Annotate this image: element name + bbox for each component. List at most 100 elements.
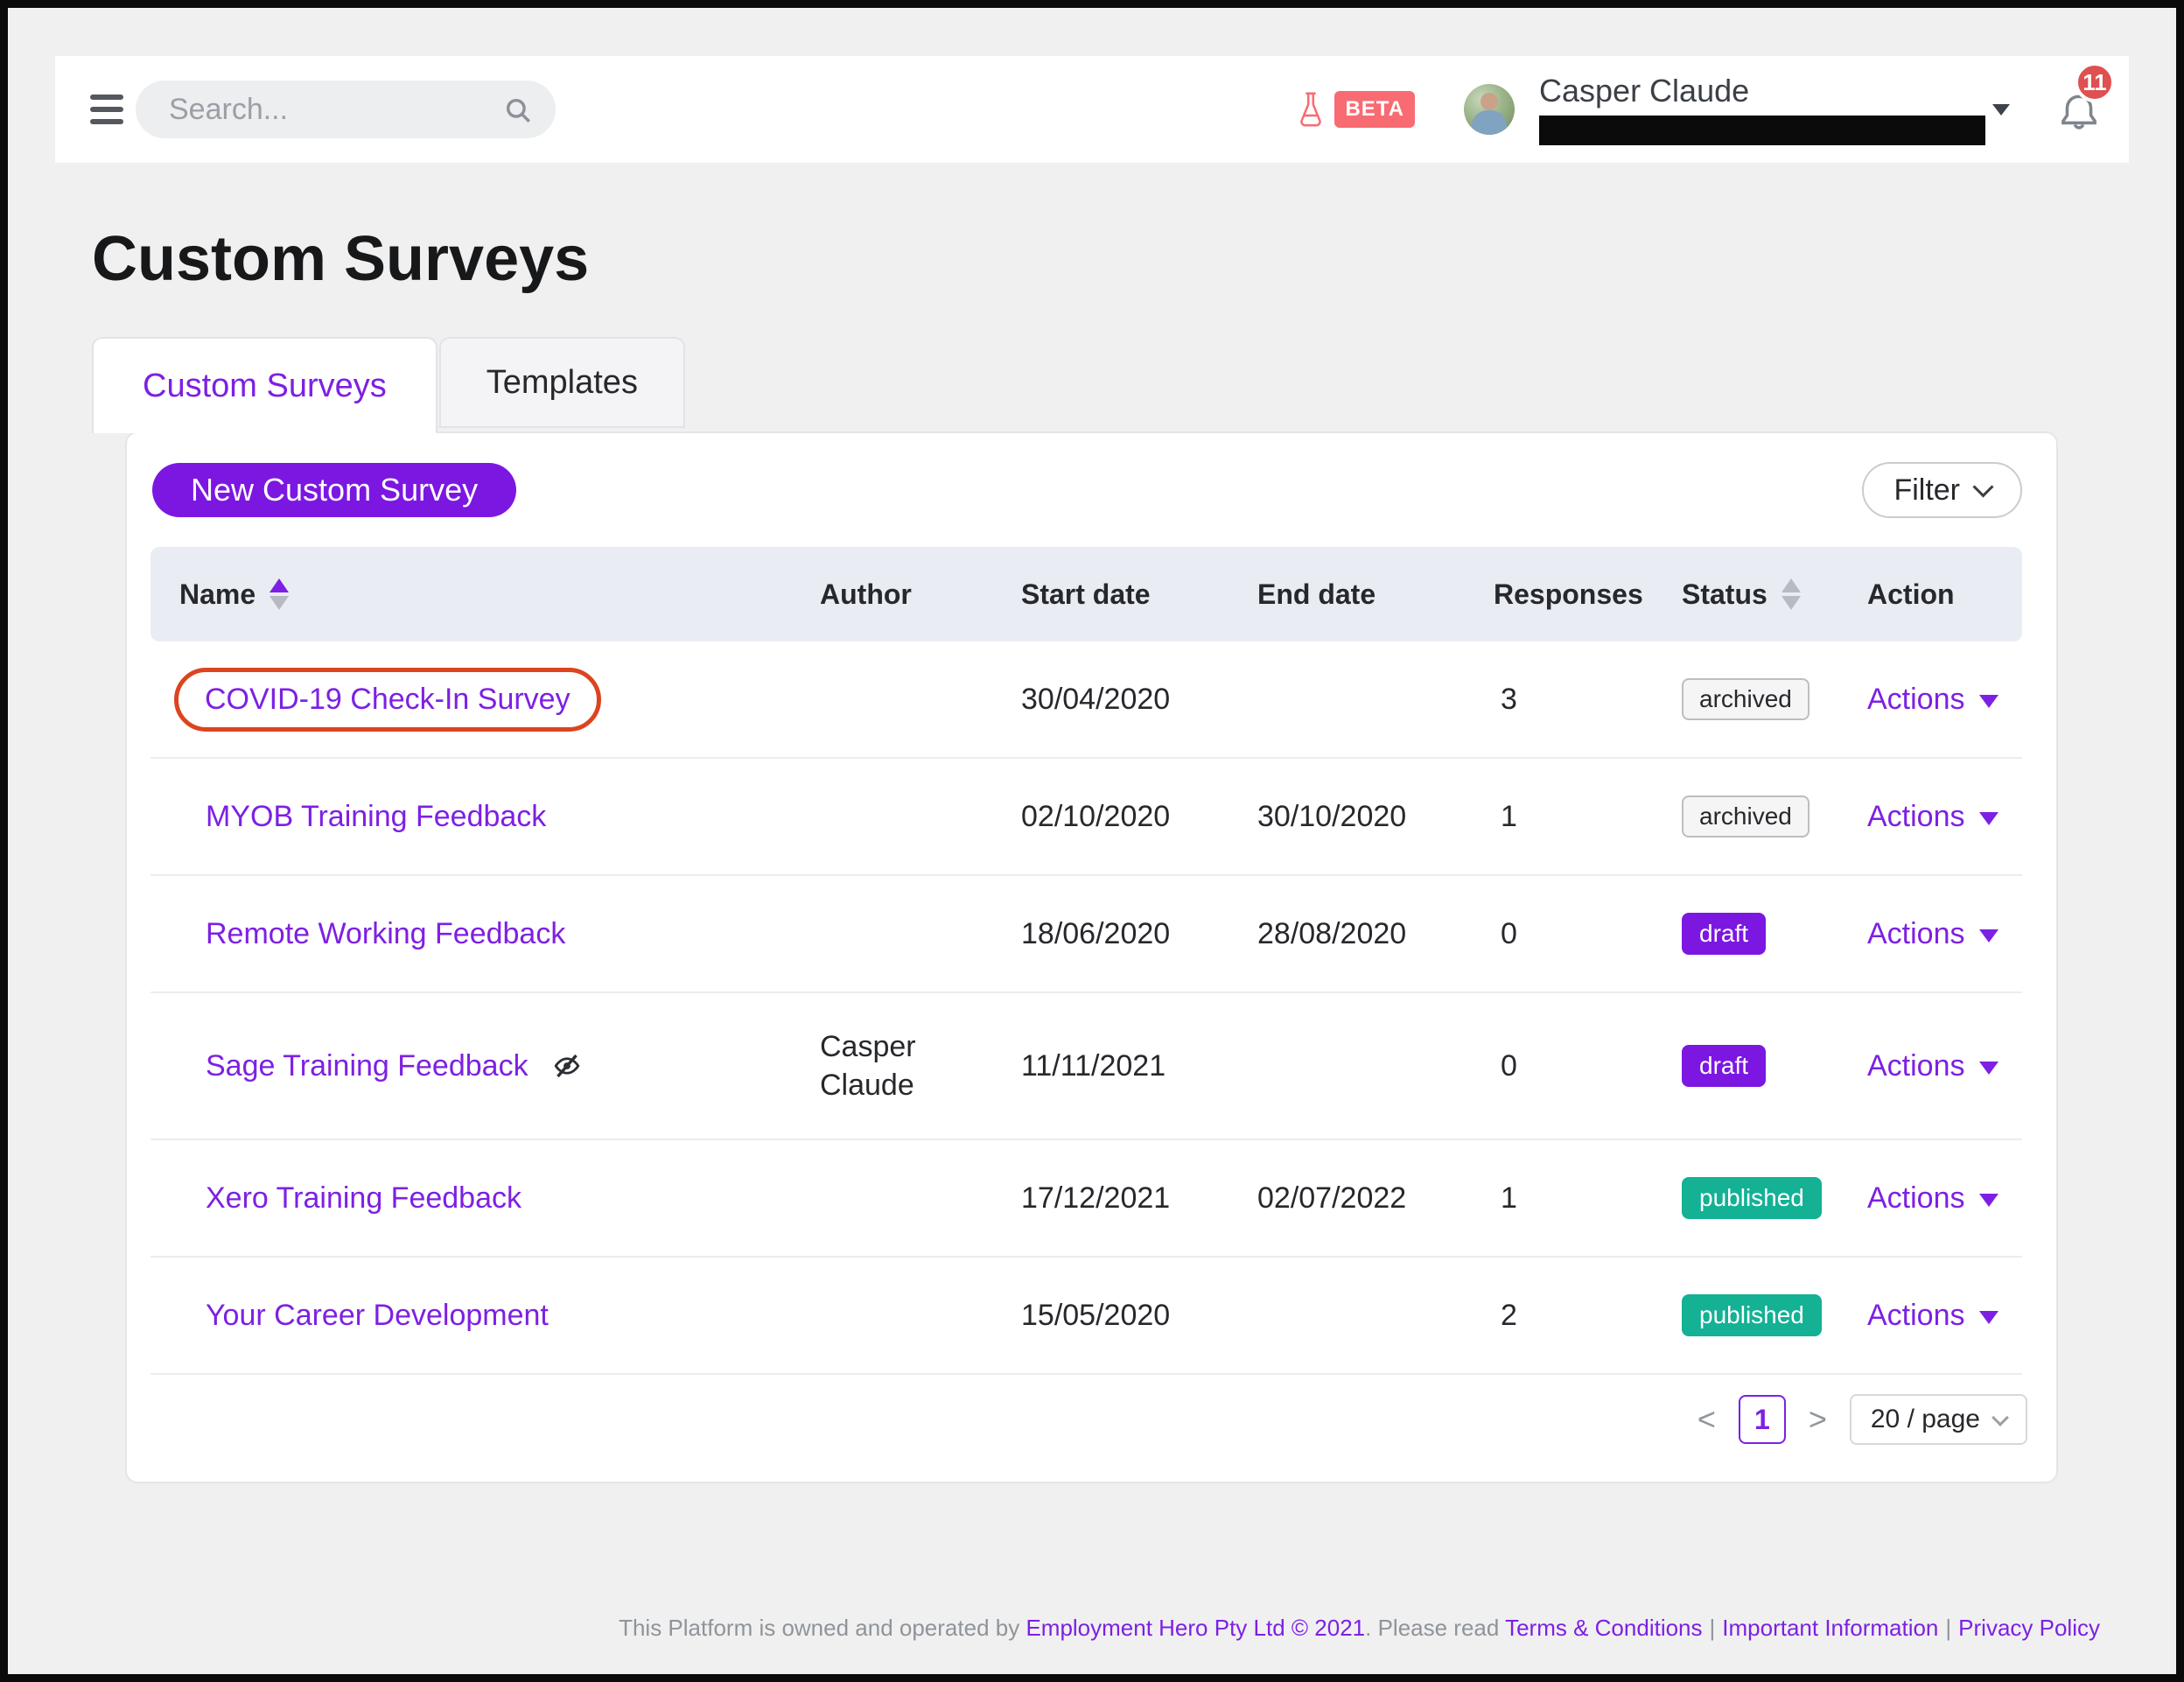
status-badge: draft [1682, 913, 1766, 956]
table-row: Remote Working Feedback 18/06/2020 28/08… [150, 876, 2022, 993]
footer: This Platform is owned and operated by E… [8, 1615, 2100, 1642]
pagination: < 1 > 20 / page [127, 1394, 2027, 1445]
column-header-author: Author [820, 578, 1021, 611]
page-size-select[interactable]: 20 / page [1850, 1394, 2027, 1445]
page-number-button[interactable]: 1 [1739, 1395, 1786, 1444]
survey-link[interactable]: COVID-19 Check-In Survey [205, 683, 570, 716]
caret-down-icon [1979, 1062, 1998, 1075]
user-avatar[interactable] [1464, 84, 1515, 135]
sort-descending-icon [270, 596, 289, 610]
caret-down-icon [1979, 695, 1998, 708]
profile-dropdown-caret-icon[interactable] [1992, 104, 2010, 116]
filter-label: Filter [1894, 473, 1960, 508]
responses-cell: 2 [1494, 1299, 1682, 1333]
previous-page-button[interactable]: < [1698, 1404, 1716, 1435]
table-row: Sage Training Feedback Casper Claude 11/… [150, 993, 2022, 1140]
status-badge: published [1682, 1177, 1822, 1220]
table-row: Xero Training Feedback 17/12/2021 02/07/… [150, 1140, 2022, 1258]
start-date-cell: 18/06/2020 [1021, 917, 1257, 951]
caret-down-icon [1979, 812, 1998, 825]
actions-dropdown[interactable]: Actions [1867, 683, 2024, 717]
eye-off-icon [551, 1050, 583, 1082]
hamburger-menu-icon[interactable] [90, 95, 123, 124]
actions-dropdown[interactable]: Actions [1867, 1299, 2024, 1333]
user-menu[interactable]: Casper Claude [1539, 74, 1987, 145]
sort-icons-name[interactable] [270, 578, 289, 610]
start-date-cell: 15/05/2020 [1021, 1299, 1257, 1333]
status-badge: archived [1682, 678, 1810, 721]
footer-link-important-information[interactable]: Important Information [1722, 1615, 1938, 1641]
responses-cell: 1 [1494, 800, 1682, 834]
footer-separator: | [1938, 1615, 1958, 1641]
table-row: COVID-19 Check-In Survey 30/04/2020 3 ar… [150, 641, 2022, 759]
status-badge: published [1682, 1294, 1822, 1337]
start-date-cell: 11/11/2021 [1021, 1049, 1257, 1083]
survey-link[interactable]: Your Career Development [206, 1299, 549, 1333]
column-header-end-date: End date [1257, 578, 1494, 611]
responses-cell: 1 [1494, 1181, 1682, 1216]
end-date-cell: 30/10/2020 [1257, 800, 1494, 834]
actions-dropdown[interactable]: Actions [1867, 1181, 2024, 1216]
footer-text: . Please read [1365, 1615, 1505, 1641]
column-header-status[interactable]: Status [1682, 578, 1867, 611]
redacted-email-bar [1539, 116, 1985, 145]
user-name: Casper Claude [1539, 74, 1987, 109]
actions-dropdown[interactable]: Actions [1867, 800, 2024, 834]
status-badge: archived [1682, 795, 1810, 838]
survey-link[interactable]: MYOB Training Feedback [206, 800, 546, 834]
column-header-action: Action [1867, 578, 2024, 611]
footer-link-employment-hero[interactable]: Employment Hero Pty Ltd © 2021 [1026, 1615, 1365, 1641]
sort-icons-status[interactable] [1782, 578, 1801, 610]
start-date-cell: 17/12/2021 [1021, 1181, 1257, 1216]
notification-count-badge: 11 [2075, 62, 2115, 102]
chevron-down-icon [1992, 1409, 2009, 1426]
page-background: BETA Casper Claude 11 Custom Surveys Cus… [8, 8, 2176, 1674]
table-header-row: Name Author Start date End date Response… [150, 547, 2022, 641]
notifications[interactable]: 11 [2057, 83, 2103, 136]
column-header-start-date: Start date [1021, 578, 1257, 611]
search-icon [503, 95, 533, 125]
tab-bar: Custom Surveys Templates [92, 337, 2176, 433]
responses-cell: 0 [1494, 917, 1682, 951]
sort-ascending-icon [270, 578, 289, 592]
next-page-button[interactable]: > [1809, 1404, 1827, 1435]
survey-link[interactable]: Xero Training Feedback [206, 1181, 522, 1216]
sort-descending-icon [1782, 596, 1801, 610]
caret-down-icon [1979, 1194, 1998, 1207]
tab-custom-surveys[interactable]: Custom Surveys [92, 337, 438, 433]
start-date-cell: 30/04/2020 [1021, 683, 1257, 717]
survey-link[interactable]: Remote Working Feedback [206, 917, 565, 951]
sort-ascending-icon [1782, 578, 1801, 592]
new-custom-survey-button[interactable]: New Custom Survey [152, 463, 516, 517]
beta-indicator: BETA [1296, 91, 1415, 128]
top-navigation-bar: BETA Casper Claude 11 [55, 56, 2129, 163]
responses-cell: 0 [1494, 1049, 1682, 1083]
actions-dropdown[interactable]: Actions [1867, 917, 2024, 951]
global-search [136, 81, 556, 138]
footer-link-privacy-policy[interactable]: Privacy Policy [1958, 1615, 2100, 1641]
tab-templates[interactable]: Templates [439, 337, 685, 428]
survey-link[interactable]: Sage Training Feedback [206, 1049, 528, 1083]
table-body: COVID-19 Check-In Survey 30/04/2020 3 ar… [150, 641, 2022, 1375]
card-toolbar: New Custom Survey Filter [152, 462, 2022, 518]
beta-badge: BETA [1334, 91, 1415, 128]
column-header-responses: Responses [1494, 578, 1682, 611]
table-row: MYOB Training Feedback 02/10/2020 30/10/… [150, 759, 2022, 876]
search-input[interactable] [136, 81, 556, 138]
footer-link-terms[interactable]: Terms & Conditions [1505, 1615, 1702, 1641]
caret-down-icon [1979, 929, 1998, 943]
footer-text: This Platform is owned and operated by [619, 1615, 1026, 1641]
flask-icon [1296, 91, 1326, 128]
column-header-name[interactable]: Name [150, 578, 820, 611]
end-date-cell: 28/08/2020 [1257, 917, 1494, 951]
filter-button[interactable]: Filter [1862, 462, 2022, 518]
surveys-card: New Custom Survey Filter Name Author Sta… [125, 431, 2058, 1483]
annotation-circle: COVID-19 Check-In Survey [174, 668, 601, 732]
end-date-cell: 02/07/2022 [1257, 1181, 1494, 1216]
table-row: Your Career Development 15/05/2020 2 pub… [150, 1258, 2022, 1375]
author-cell: Casper Claude [820, 1027, 1021, 1104]
chevron-down-icon [1972, 476, 1993, 497]
actions-dropdown[interactable]: Actions [1867, 1049, 2024, 1083]
footer-separator: | [1703, 1615, 1723, 1641]
start-date-cell: 02/10/2020 [1021, 800, 1257, 834]
